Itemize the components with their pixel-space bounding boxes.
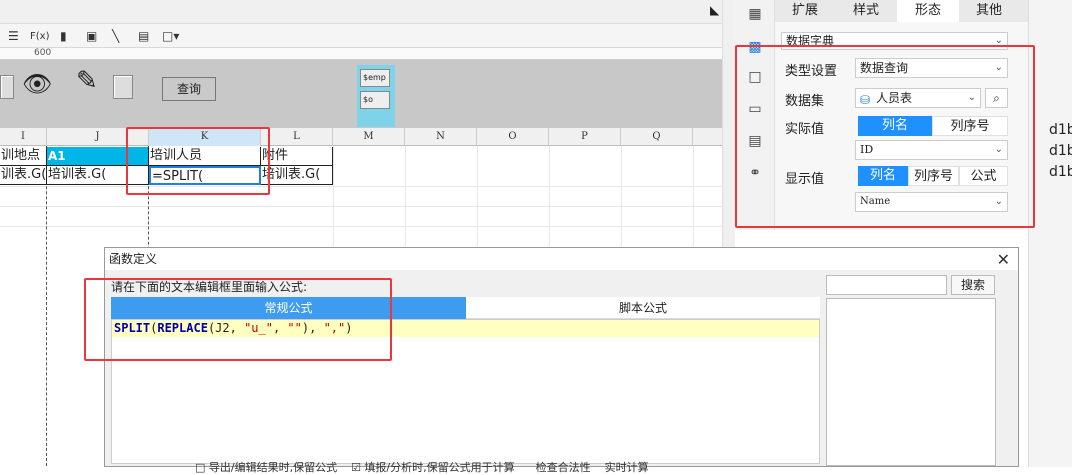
dialog-title: 函数定义 (105, 248, 1018, 270)
cell-element-icon[interactable]: ▦ (746, 5, 764, 23)
annotation-box-cell (126, 127, 270, 195)
grid-line (0, 206, 722, 207)
ruler-mark: 600 (34, 48, 52, 58)
grid-line (477, 146, 478, 246)
param-widget[interactable]: $o (360, 91, 390, 109)
grid-line (405, 146, 406, 246)
border-icon[interactable]: □▾ (162, 27, 179, 45)
tab-other[interactable]: 其他 (959, 0, 1019, 22)
query-button[interactable]: 查询 (162, 77, 216, 101)
cell-l2[interactable]: 培训表.G( (261, 166, 333, 185)
function-search-input[interactable] (826, 275, 947, 295)
cell-i1[interactable]: 训地点 (0, 147, 47, 166)
background-row: d1b- (1049, 143, 1072, 159)
tab-style[interactable]: 样式 (835, 0, 897, 22)
grid-line (549, 146, 550, 246)
column-header-o[interactable]: O (477, 128, 549, 146)
ruler: 600 (0, 48, 722, 60)
column-header-n[interactable]: N (405, 128, 477, 146)
annotation-box-formula (84, 278, 392, 361)
background-row: d1b- (1049, 164, 1072, 180)
grid-line (621, 146, 622, 246)
calendar-widget[interactable] (0, 75, 14, 99)
calendar-widget-2[interactable] (113, 75, 133, 99)
pencil-icon[interactable]: ✎ (76, 66, 98, 96)
bar-chart-icon[interactable]: ▮ (60, 27, 67, 45)
cell-i2[interactable]: 训表.G( (0, 166, 47, 185)
insert-toolbar: ☰ F(x) ▮ ▣ ╲ ▤ □▾ (0, 24, 735, 48)
image-icon[interactable]: ▣ (86, 27, 97, 45)
eye-slash-icon[interactable]: 👁 (22, 70, 52, 98)
slash-icon[interactable]: ╲ (112, 27, 119, 45)
grid-line (333, 146, 334, 246)
dialog-options-row[interactable]: □ 导出/编辑结果时,保留公式 ☑ 填报/分析时,保留公式用于计算 检查合法性 … (195, 459, 875, 474)
formula-icon[interactable]: F(x) (30, 27, 49, 45)
grid-line (0, 226, 722, 227)
tab-form[interactable]: 形态 (897, 0, 959, 22)
tab-script-formula[interactable]: 脚本公式 (466, 297, 820, 319)
annotation-box-panel (735, 45, 1035, 228)
list-icon[interactable]: ☰ (8, 27, 19, 45)
column-header-l[interactable]: L (261, 128, 333, 146)
property-tabs: 扩展 样式 形态 其他 (775, 0, 1028, 22)
cell-l1[interactable]: 附件 (261, 147, 333, 166)
document-icon[interactable]: ▤ (138, 27, 149, 45)
top-toolbar: ◣ (0, 0, 735, 24)
widget-column-highlight: $emp $o (357, 65, 395, 127)
pin-icon[interactable]: ◣ (710, 3, 719, 17)
search-button[interactable]: 搜索 (951, 275, 995, 295)
background-row: d1b- (1049, 122, 1072, 138)
page-break-line (46, 146, 47, 466)
column-headers: I J K L M N O P Q (0, 128, 722, 146)
grid-line (693, 146, 694, 246)
column-header-p[interactable]: P (549, 128, 621, 146)
grid-line (0, 186, 722, 187)
column-header-m[interactable]: M (333, 128, 405, 146)
function-list[interactable] (826, 298, 996, 466)
close-icon[interactable]: ✕ (997, 250, 1010, 269)
column-header-q[interactable]: Q (621, 128, 693, 146)
param-widget[interactable]: $emp (360, 69, 390, 87)
column-header-i[interactable]: I (0, 128, 47, 146)
tab-extend[interactable]: 扩展 (775, 0, 835, 22)
